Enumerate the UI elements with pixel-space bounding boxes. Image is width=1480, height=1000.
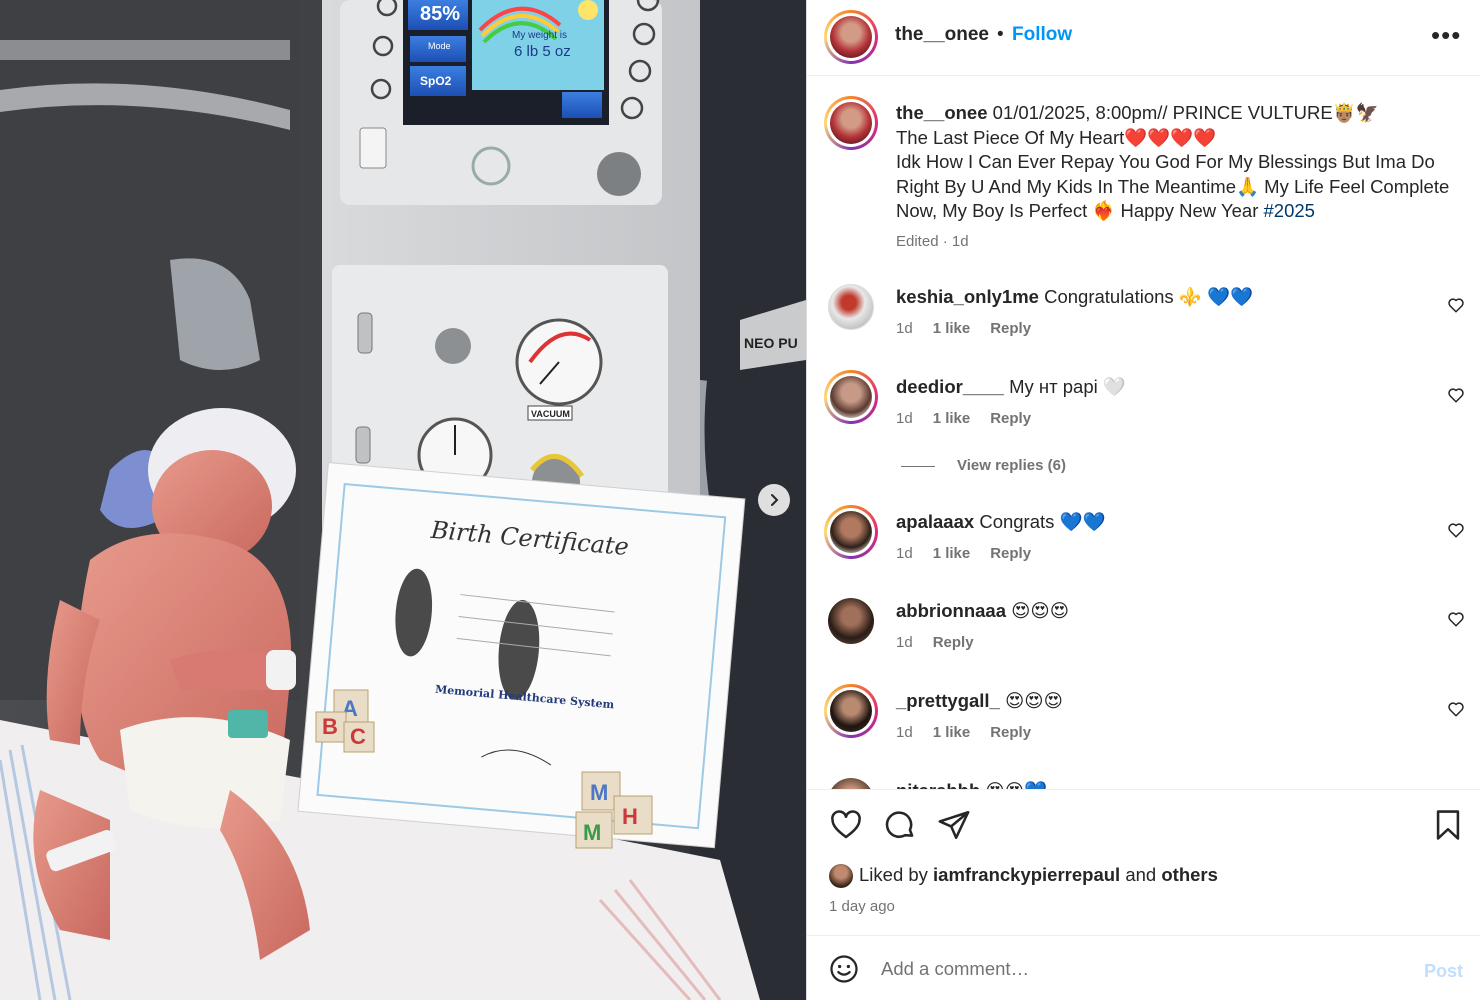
chevron-right-icon	[771, 494, 779, 506]
comment-text: Congratulations ⚜️ 💙💙	[1044, 286, 1254, 307]
heart-icon[interactable]	[1447, 700, 1465, 718]
comment-text: 😍😍😍	[1011, 600, 1069, 621]
view-replies-button[interactable]: View replies (6)	[901, 457, 1066, 474]
post-comment-button[interactable]: Post	[1424, 961, 1463, 982]
comment-item: nitarahhh 😍😍💙	[807, 778, 1480, 789]
svg-text:85%: 85%	[420, 3, 460, 25]
reply-button[interactable]: Reply	[990, 545, 1031, 562]
caption-line-1: 01/01/2025, 8:00pm// PRINCE VULTURE🤴🏽🦅	[992, 102, 1379, 123]
comment-username[interactable]: keshia_only1me	[896, 286, 1039, 307]
comment-likes[interactable]: 1 like	[933, 724, 971, 741]
bookmark-icon[interactable]	[1431, 808, 1465, 842]
share-icon[interactable]	[937, 808, 971, 842]
replies-divider	[901, 465, 935, 467]
comment-username[interactable]: nitarahhh	[896, 780, 980, 789]
svg-text:SpO2: SpO2	[420, 74, 452, 88]
comment-time: 1d	[896, 320, 913, 337]
comment-text: 😍😍😍	[1005, 690, 1063, 711]
svg-text:C: C	[350, 724, 366, 749]
comment-item: abbrionnaaa 😍😍😍 1d Reply	[807, 598, 1480, 670]
comment-likes[interactable]: 1 like	[933, 320, 971, 337]
comment-time: 1d	[896, 724, 913, 741]
comment-username[interactable]: apalaaax	[896, 511, 974, 532]
heart-icon[interactable]	[1447, 386, 1465, 404]
reply-button[interactable]: Reply	[990, 724, 1031, 741]
comment-likes[interactable]: 1 like	[933, 545, 971, 562]
comment-item: _prettygall_ 😍😍😍 1d 1 like Reply	[807, 684, 1480, 760]
commenter-avatar[interactable]	[828, 598, 874, 644]
separator-dot: •	[997, 24, 1004, 45]
comment-item: deedior____ My нт papi 🤍 1d 1 like Reply	[807, 370, 1480, 446]
comment-text: Congrats 💙💙	[979, 511, 1106, 532]
commenter-avatar[interactable]	[824, 684, 878, 738]
reply-button[interactable]: Reply	[933, 634, 974, 651]
comment-item: keshia_only1me Congratulations ⚜️ 💙💙 1d 1…	[807, 284, 1480, 356]
hashtag-link[interactable]: #2025	[1264, 200, 1315, 221]
liked-by-prefix: Liked by	[859, 864, 928, 885]
comment-time: 1d	[896, 410, 913, 427]
comment-time: 1d	[896, 545, 913, 562]
comment-text: My нт papi 🤍	[1009, 376, 1126, 397]
post-sidebar: the__onee • Follow ••• the__onee 01/01/2…	[806, 0, 1480, 1000]
caption-line-2: The Last Piece Of My Heart❤️❤️❤️❤️	[896, 126, 1217, 148]
caption-username[interactable]: the__onee	[896, 102, 988, 123]
likes-others-link[interactable]: others	[1161, 864, 1218, 885]
heart-icon[interactable]	[1447, 521, 1465, 539]
comment-username[interactable]: deedior____	[896, 376, 1004, 397]
comment-composer: Post	[807, 935, 1480, 1000]
commenter-avatar[interactable]	[828, 284, 874, 330]
comments-scroll-area[interactable]: the__onee 01/01/2025, 8:00pm// PRINCE VU…	[807, 77, 1480, 789]
comment-time: 1d	[896, 634, 913, 651]
view-replies-label: View replies (6)	[957, 457, 1066, 474]
svg-text:My weight is: My weight is	[512, 30, 567, 41]
liked-by: Liked by iamfranckypierrepaul and others	[829, 864, 1218, 889]
post-photo: NEO PU 85% Mode SpO2 My weight is 6 lb 5…	[0, 0, 806, 1000]
follow-button[interactable]: Follow	[1012, 24, 1072, 46]
caption-line-3: Idk How I Can Ever Repay You God For My …	[896, 151, 1450, 221]
heart-icon[interactable]	[1447, 610, 1465, 628]
commenter-avatar[interactable]	[828, 778, 874, 789]
comment-username[interactable]: _prettygall_	[896, 690, 1000, 711]
caption-text: the__onee 01/01/2025, 8:00pm// PRINCE VU…	[896, 101, 1456, 224]
liked-by-and: and	[1125, 864, 1157, 885]
svg-text:M: M	[590, 780, 608, 805]
next-slide-button[interactable]	[758, 484, 790, 516]
commenter-avatar[interactable]	[824, 370, 878, 424]
comment-text: 😍😍💙	[985, 780, 1047, 789]
post-media[interactable]: NEO PU 85% Mode SpO2 My weight is 6 lb 5…	[0, 0, 806, 1000]
caption-meta: Edited · 1d	[896, 233, 969, 250]
author-username[interactable]: the__onee	[895, 24, 989, 46]
svg-text:6 lb 5 oz: 6 lb 5 oz	[514, 43, 571, 60]
svg-text:H: H	[622, 804, 638, 829]
neo-label: NEO PU	[744, 335, 798, 351]
heart-icon[interactable]	[1447, 296, 1465, 314]
post-actions: Liked by iamfranckypierrepaul and others…	[807, 789, 1480, 935]
comment-item: apalaaax Congrats 💙💙 1d 1 like Reply	[807, 505, 1480, 581]
liker-avatar[interactable]	[829, 864, 853, 889]
svg-text:VACUUM: VACUUM	[531, 409, 570, 419]
reply-button[interactable]: Reply	[990, 410, 1031, 427]
comment-likes[interactable]: 1 like	[933, 410, 971, 427]
post-timestamp[interactable]: 1 day ago	[829, 898, 895, 915]
svg-text:Mode: Mode	[428, 41, 451, 51]
emoji-icon[interactable]	[829, 954, 859, 984]
liker-username[interactable]: iamfranckypierrepaul	[933, 864, 1120, 885]
caption-avatar[interactable]	[824, 96, 878, 150]
comment-username[interactable]: abbrionnaaa	[896, 600, 1006, 621]
comment-icon[interactable]	[883, 808, 917, 842]
author-avatar[interactable]	[824, 10, 878, 64]
svg-text:B: B	[322, 714, 338, 739]
more-options-icon[interactable]: •••	[1431, 22, 1461, 48]
post-header: the__onee • Follow •••	[807, 0, 1480, 76]
like-heart-icon[interactable]	[829, 808, 863, 842]
commenter-avatar[interactable]	[824, 505, 878, 559]
comment-input[interactable]	[881, 952, 1381, 986]
svg-text:M: M	[583, 820, 601, 845]
reply-button[interactable]: Reply	[990, 320, 1031, 337]
